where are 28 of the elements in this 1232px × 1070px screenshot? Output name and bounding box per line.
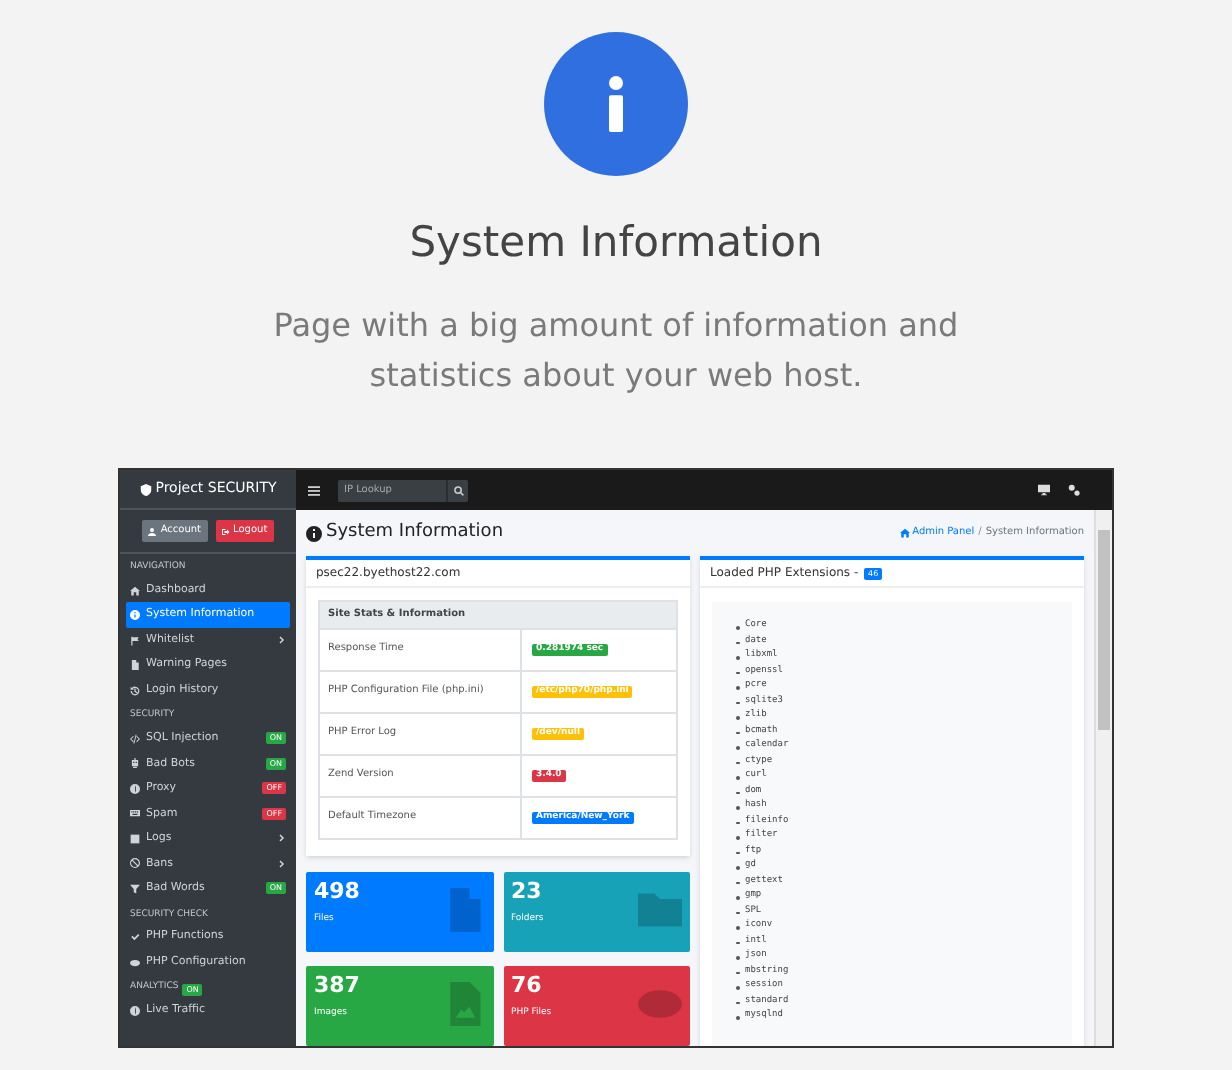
flag-icon xyxy=(130,635,140,645)
info-icon xyxy=(306,525,322,541)
gears-icon[interactable] xyxy=(1068,484,1080,496)
search-button[interactable] xyxy=(446,479,468,501)
menu-icon[interactable] xyxy=(308,485,320,495)
keyboard-icon xyxy=(130,808,140,819)
hero-title: System Information xyxy=(409,216,823,270)
search-icon xyxy=(453,485,463,495)
page-title: System Information xyxy=(326,519,504,546)
stat-value: 498 xyxy=(314,878,362,906)
shield-icon xyxy=(139,483,152,495)
monitor-icon[interactable] xyxy=(1038,484,1050,496)
sign-out-icon xyxy=(221,527,230,535)
home-icon xyxy=(900,528,911,538)
stat-value: 76 xyxy=(511,972,544,1000)
stat-value: 23 xyxy=(511,878,544,906)
check-icon xyxy=(130,932,140,942)
user-icon xyxy=(148,527,157,535)
info-icon xyxy=(130,610,140,620)
history-icon xyxy=(130,685,140,695)
filter-icon xyxy=(130,883,140,894)
ban-icon xyxy=(130,858,140,869)
code-icon xyxy=(130,733,140,744)
home-icon xyxy=(130,585,140,595)
file-icon xyxy=(130,660,140,670)
stat-value: 387 xyxy=(314,972,362,1000)
robot-icon xyxy=(130,758,140,769)
hero-subtitle: Page with a big amount of information and statistics about your web host. xyxy=(271,304,961,398)
